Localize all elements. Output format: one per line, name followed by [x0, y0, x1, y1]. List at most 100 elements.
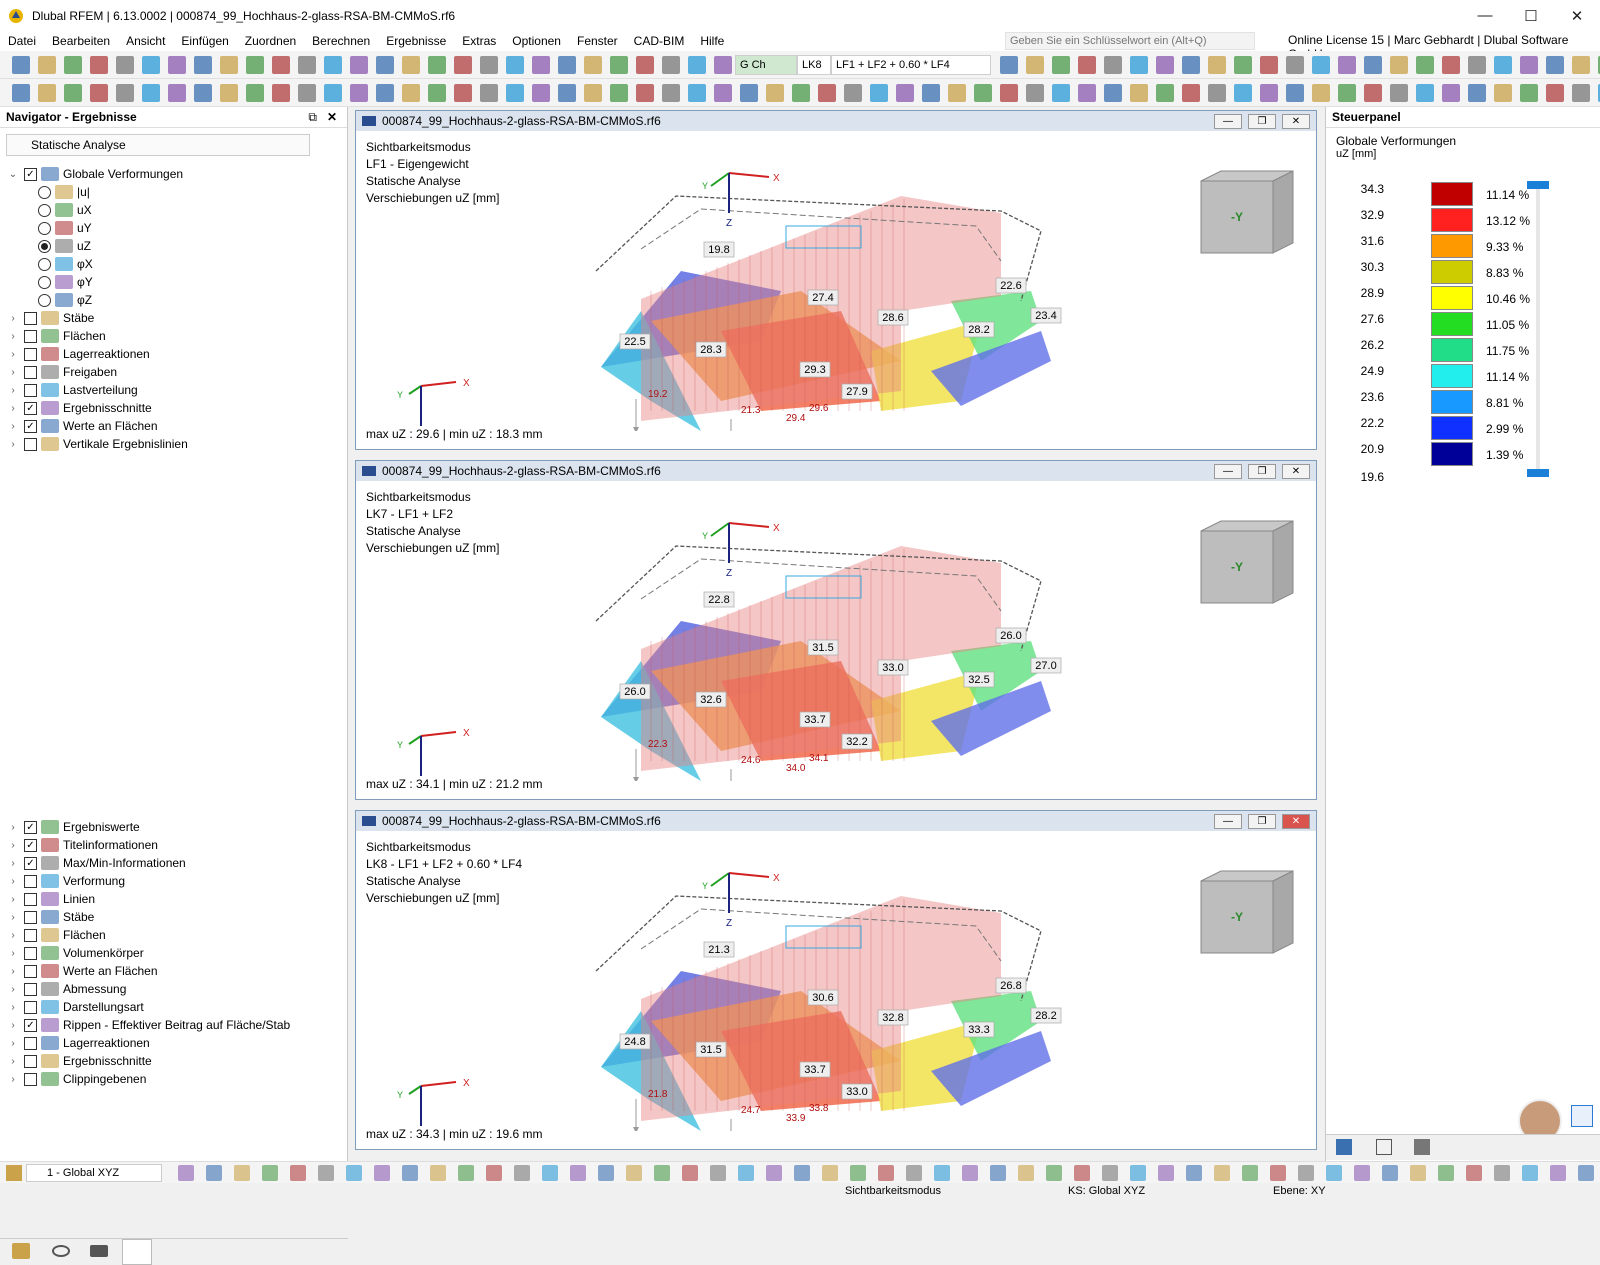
- nav-checkbox[interactable]: [24, 437, 37, 451]
- toolbar-icon[interactable]: [1572, 84, 1590, 102]
- search-input[interactable]: Geben Sie ein Schlüsselwort ein (Alt+Q): [1005, 32, 1255, 50]
- status-toolbar-icon[interactable]: [1382, 1165, 1398, 1181]
- toolbar-icon[interactable]: [402, 84, 420, 102]
- toolbar-icon[interactable]: [142, 84, 160, 102]
- toolbar-icon[interactable]: [922, 84, 940, 102]
- viewport-minimize-button[interactable]: —: [1214, 114, 1242, 129]
- toolbar-icon[interactable]: [532, 56, 550, 74]
- toolbar-icon[interactable]: [1286, 56, 1304, 74]
- tab-results-icon[interactable]: [122, 1239, 152, 1265]
- viewport[interactable]: 000874_99_Hochhaus-2-glass-RSA-BM-CMMoS.…: [355, 810, 1317, 1150]
- toolbar-icon[interactable]: [272, 84, 290, 102]
- status-toolbar-icon[interactable]: [766, 1165, 782, 1181]
- nav-checkbox[interactable]: [24, 347, 37, 361]
- toolbar-icon[interactable]: [1156, 84, 1174, 102]
- status-toolbar-icon[interactable]: [346, 1165, 362, 1181]
- assistant-icon[interactable]: [1571, 1105, 1593, 1127]
- toolbar-icon[interactable]: [1104, 84, 1122, 102]
- expand-icon[interactable]: ›: [6, 822, 20, 833]
- toolbar-icon[interactable]: [376, 84, 394, 102]
- toolbar-icon[interactable]: [948, 84, 966, 102]
- nav-option-item[interactable]: › Lagerreaktionen: [6, 1034, 150, 1052]
- result-radio[interactable]: [38, 257, 51, 271]
- status-toolbar-icon[interactable]: [1410, 1165, 1426, 1181]
- close-button[interactable]: ✕: [1554, 0, 1600, 31]
- status-toolbar-icon[interactable]: [1466, 1165, 1482, 1181]
- expand-icon[interactable]: ›: [6, 876, 20, 887]
- nav-option-item[interactable]: › ✓ Titelinformationen: [6, 836, 158, 854]
- status-toolbar-icon[interactable]: [1186, 1165, 1202, 1181]
- expand-icon[interactable]: ›: [6, 313, 20, 324]
- menu-item[interactable]: Ergebnisse: [378, 34, 454, 48]
- expand-icon[interactable]: ›: [6, 1020, 20, 1031]
- status-toolbar-icon[interactable]: [1550, 1165, 1566, 1181]
- nav-checkbox[interactable]: [24, 946, 37, 960]
- menu-item[interactable]: Einfügen: [173, 34, 236, 48]
- status-toolbar-icon[interactable]: [290, 1165, 306, 1181]
- viewport-close-button[interactable]: ✕: [1282, 114, 1310, 129]
- status-toolbar-icon[interactable]: [318, 1165, 334, 1181]
- nav-item[interactable]: φX: [34, 255, 93, 273]
- toolbar-icon[interactable]: [584, 56, 602, 74]
- status-toolbar-icon[interactable]: [1298, 1165, 1314, 1181]
- toolbar-icon[interactable]: [1546, 84, 1564, 102]
- expand-icon[interactable]: ›: [6, 331, 20, 342]
- toolbar-icon[interactable]: [1468, 56, 1486, 74]
- expand-icon[interactable]: ›: [6, 858, 20, 869]
- status-toolbar-icon[interactable]: [1270, 1165, 1286, 1181]
- status-toolbar-icon[interactable]: [486, 1165, 502, 1181]
- nav-item[interactable]: φZ: [34, 291, 92, 309]
- toolbar-icon[interactable]: [870, 84, 888, 102]
- nav-checkbox[interactable]: [24, 892, 37, 906]
- status-toolbar-icon[interactable]: [598, 1165, 614, 1181]
- pin-icon[interactable]: ⧉: [308, 110, 317, 125]
- model-view[interactable]: 19.8 22.6 27.4 28.6 23.4 22.5 28.3 28.2 29.3 27.9…: [356, 131, 1316, 431]
- status-toolbar-icon[interactable]: [1046, 1165, 1062, 1181]
- status-toolbar-icon[interactable]: [934, 1165, 950, 1181]
- viewport[interactable]: 000874_99_Hochhaus-2-glass-RSA-BM-CMMoS.…: [355, 460, 1317, 800]
- toolbar-icon[interactable]: [1026, 84, 1044, 102]
- expand-icon[interactable]: ›: [6, 984, 20, 995]
- view-cube-side[interactable]: [1272, 520, 1294, 604]
- nav-item[interactable]: φY: [34, 273, 93, 291]
- status-toolbar-icon[interactable]: [1438, 1165, 1454, 1181]
- status-toolbar-icon[interactable]: [1354, 1165, 1370, 1181]
- nav-item[interactable]: uZ: [34, 237, 91, 255]
- toolbar-icon[interactable]: [1572, 56, 1590, 74]
- nav-item[interactable]: › Freigaben: [6, 363, 117, 381]
- nav-option-item[interactable]: › Volumenkörper: [6, 944, 144, 962]
- viewport[interactable]: 000874_99_Hochhaus-2-glass-RSA-BM-CMMoS.…: [355, 110, 1317, 450]
- menu-item[interactable]: Fenster: [569, 34, 626, 48]
- tab-camera-icon[interactable]: [90, 1245, 108, 1257]
- nav-checkbox[interactable]: [24, 329, 37, 343]
- result-radio[interactable]: [38, 203, 51, 217]
- menu-item[interactable]: Extras: [454, 34, 504, 48]
- toolbar-icon[interactable]: [1468, 84, 1486, 102]
- expand-icon[interactable]: ›: [6, 1056, 20, 1067]
- toolbar-icon[interactable]: [636, 84, 654, 102]
- toolbar-icon[interactable]: [1520, 56, 1538, 74]
- toolbar-icon[interactable]: [246, 84, 264, 102]
- toolbar-icon[interactable]: [298, 84, 316, 102]
- nav-item[interactable]: › Flächen: [6, 327, 106, 345]
- expand-icon[interactable]: ›: [6, 930, 20, 941]
- status-toolbar-icon[interactable]: [1326, 1165, 1342, 1181]
- toolbar-icon[interactable]: [38, 84, 56, 102]
- status-toolbar-icon[interactable]: [234, 1165, 250, 1181]
- menu-item[interactable]: CAD-BIM: [626, 34, 693, 48]
- expand-icon[interactable]: ›: [6, 367, 20, 378]
- loadcase-type[interactable]: G Ch: [735, 55, 797, 75]
- navigator-close-icon[interactable]: ✕: [327, 110, 337, 124]
- toolbar-icon[interactable]: [1182, 84, 1200, 102]
- toolbar-icon[interactable]: [662, 56, 680, 74]
- nav-checkbox[interactable]: ✓: [24, 856, 37, 870]
- expand-icon[interactable]: ›: [6, 1038, 20, 1049]
- toolbar-icon[interactable]: [194, 56, 212, 74]
- expand-icon[interactable]: ›: [6, 966, 20, 977]
- analysis-select[interactable]: Statische Analyse: [6, 134, 310, 156]
- toolbar-icon[interactable]: [454, 56, 472, 74]
- toolbar-icon[interactable]: [1312, 84, 1330, 102]
- toolbar-icon[interactable]: [428, 84, 446, 102]
- status-toolbar-icon[interactable]: [1578, 1165, 1594, 1181]
- toolbar-icon[interactable]: [1338, 84, 1356, 102]
